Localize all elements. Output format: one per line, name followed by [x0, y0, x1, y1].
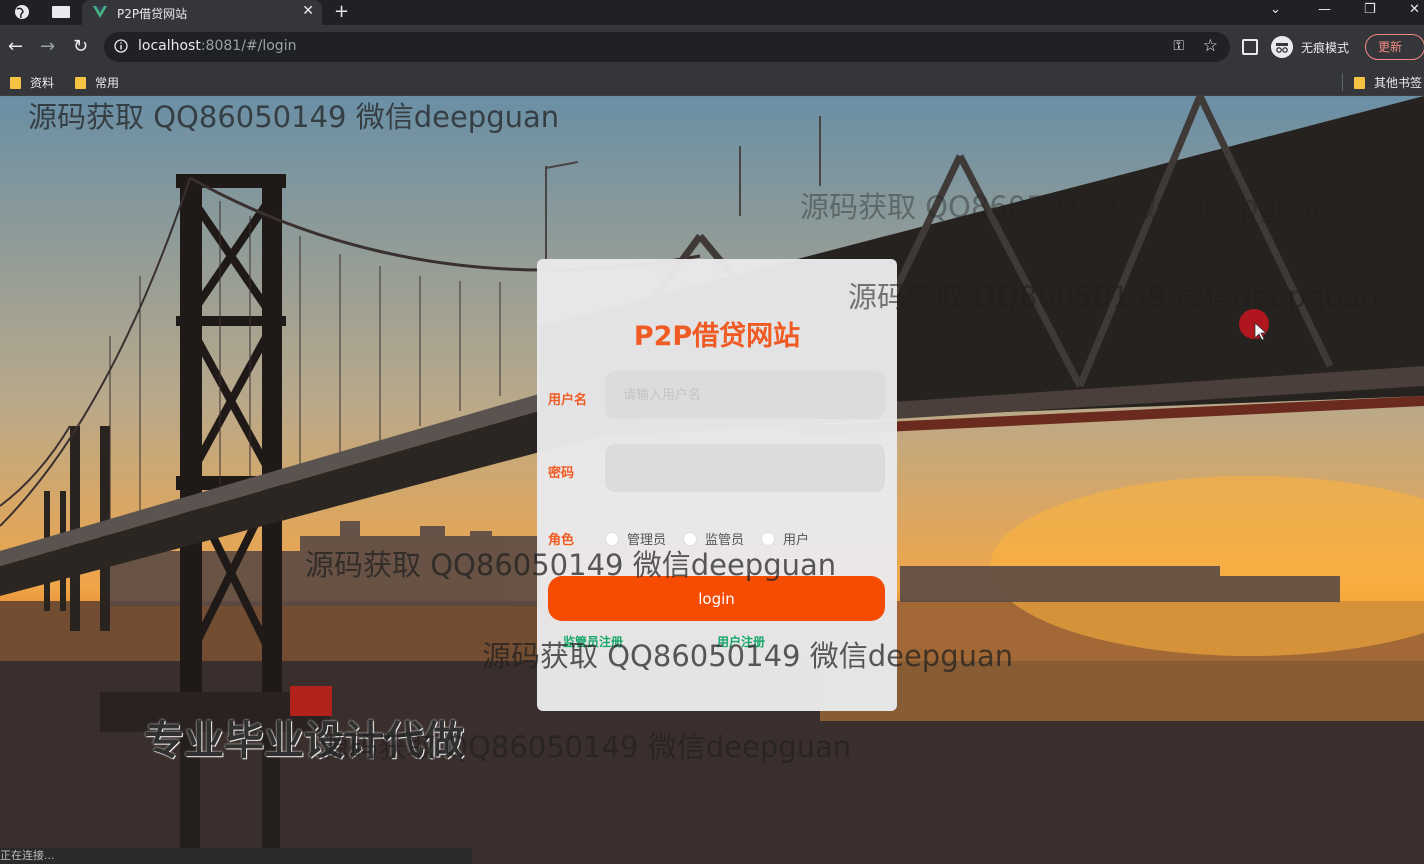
- tab-close-icon[interactable]: ✕: [302, 3, 314, 19]
- url-text[interactable]: localhost:8081/#/login: [138, 38, 296, 54]
- login-card: P2P借贷网站 用户名 密码 角色 管理员 监管员 用户 login 监管员注册…: [537, 259, 897, 711]
- reload-icon[interactable]: ↻: [73, 37, 88, 57]
- role-label: 角色: [548, 533, 575, 548]
- back-icon[interactable]: ←: [8, 37, 23, 57]
- star-icon[interactable]: ☆: [1203, 36, 1218, 56]
- mouse-cursor-icon: [1239, 309, 1269, 340]
- bookmarks-bar: 资料 常用 其他书签: [0, 69, 1424, 96]
- address-bar[interactable]: localhost:8081/#/login ⚿ ☆: [104, 32, 1230, 62]
- window-icon[interactable]: [50, 4, 72, 20]
- login-button[interactable]: login: [548, 576, 885, 621]
- bookmark-label: 资料: [30, 76, 55, 90]
- password-label: 密码: [548, 466, 575, 481]
- folder-icon: [10, 77, 21, 89]
- update-button[interactable]: 更新: [1365, 34, 1424, 60]
- radio-icon[interactable]: [761, 532, 775, 546]
- bookmark-label: 常用: [95, 76, 120, 90]
- browser-status-bar: 正在连接...: [0, 848, 472, 864]
- tab-active[interactable]: P2P借贷网站 ✕: [82, 0, 322, 25]
- url-host: localhost: [138, 38, 201, 54]
- user-register-link[interactable]: 用户注册: [717, 633, 765, 650]
- info-icon[interactable]: [114, 39, 128, 53]
- login-title: P2P借贷网站: [633, 321, 801, 352]
- close-window-icon[interactable]: ✕: [1409, 2, 1420, 17]
- username-label: 用户名: [548, 393, 588, 408]
- chevron-down-icon[interactable]: ⌄: [1270, 2, 1281, 17]
- role-option-label: 监管员: [705, 533, 745, 548]
- role-option-admin[interactable]: 管理员: [605, 529, 666, 548]
- role-option-label: 管理员: [627, 533, 667, 548]
- globe-icon[interactable]: [14, 4, 30, 20]
- tab-title: P2P借贷网站: [117, 7, 188, 21]
- bookmark-folder-ziliao[interactable]: 资料: [10, 74, 54, 91]
- bookmark-label: 其他书签: [1374, 76, 1423, 90]
- username-input[interactable]: [605, 371, 885, 419]
- minimize-icon[interactable]: —: [1318, 2, 1331, 17]
- radio-icon[interactable]: [683, 532, 697, 546]
- update-label: 更新: [1378, 40, 1403, 54]
- bookmark-folder-other[interactable]: 其他书签: [1354, 74, 1422, 91]
- role-option-supervisor[interactable]: 监管员: [683, 529, 744, 548]
- key-icon[interactable]: ⚿: [1173, 38, 1184, 54]
- browser-tabstrip: P2P借贷网站 ✕ + ⌄ — ❐ ✕: [0, 0, 1424, 25]
- new-tab-button[interactable]: +: [334, 1, 349, 22]
- folder-icon: [75, 77, 86, 89]
- role-option-label: 用户: [783, 533, 810, 548]
- url-path: :8081/#/login: [200, 38, 297, 54]
- supervisor-register-link[interactable]: 监管员注册: [563, 633, 623, 650]
- vue-logo-icon: [93, 6, 107, 18]
- forward-icon[interactable]: →: [40, 37, 55, 57]
- login-page: P2P借贷网站 用户名 密码 角色 管理员 监管员 用户 login 监管员注册…: [0, 96, 1424, 864]
- browser-toolbar: ← → ↻ localhost:8081/#/login ⚿ ☆ 无痕模式 更新: [0, 25, 1424, 69]
- radio-icon[interactable]: [605, 532, 619, 546]
- bookmark-folder-changyong[interactable]: 常用: [75, 74, 119, 91]
- folder-icon: [1354, 77, 1365, 89]
- restore-icon[interactable]: ❐: [1364, 2, 1376, 17]
- bookmarks-divider: [1342, 73, 1343, 91]
- side-panel-icon[interactable]: [1242, 39, 1258, 55]
- incognito-icon[interactable]: [1271, 36, 1293, 58]
- password-input[interactable]: [605, 444, 885, 492]
- incognito-label: 无痕模式: [1301, 41, 1350, 55]
- ad-banner-text: 专业毕业设计代做: [144, 718, 464, 764]
- role-option-user[interactable]: 用户: [761, 529, 809, 548]
